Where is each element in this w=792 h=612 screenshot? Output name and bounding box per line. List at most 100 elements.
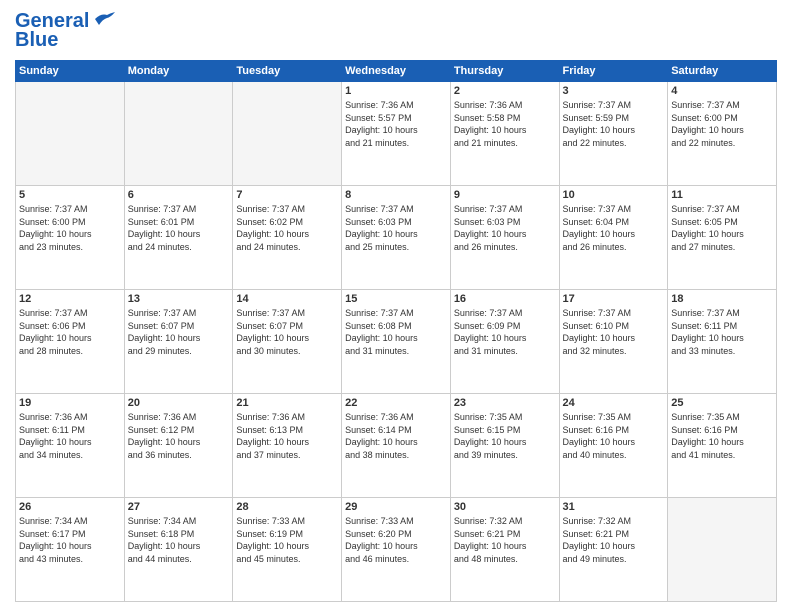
calendar-day-22: 22Sunrise: 7:36 AM Sunset: 6:14 PM Dayli… (342, 394, 451, 498)
day-info: Sunrise: 7:33 AM Sunset: 6:19 PM Dayligh… (236, 515, 338, 565)
day-info: Sunrise: 7:37 AM Sunset: 6:08 PM Dayligh… (345, 307, 447, 357)
calendar-day-9: 9 Sunrise: 7:37 AM Sunset: 6:03 PM Daylig… (450, 186, 559, 290)
calendar-day-13: 13 Sunrise: 7:37 AM Sunset: 6:07 PM Dayli… (124, 290, 233, 394)
day-info: Sunrise: 7:37 AM Sunset: 6:11 PM Dayligh… (671, 307, 773, 357)
day-info: Sunrise: 7:35 AM Sunset: 6:16 PM Dayligh… (563, 411, 665, 461)
calendar-day-28: 28Sunrise: 7:33 AM Sunset: 6:19 PM Dayli… (233, 498, 342, 602)
day-number: 23 (454, 397, 556, 409)
day-info: Sunrise: 7:37 AM Sunset: 6:09 PM Dayligh… (454, 307, 556, 357)
day-info: Sunrise: 7:37 AM Sunset: 6:07 PM Dayligh… (128, 307, 230, 357)
day-number: 17 (563, 293, 665, 305)
calendar-day-23: 23 Sunrise: 7:35 AM Sunset: 6:15 PM Dayli… (450, 394, 559, 498)
calendar-header-wednesday: Wednesday (342, 61, 451, 82)
day-info: Sunrise: 7:37 AM Sunset: 6:03 PM Dayligh… (454, 203, 556, 253)
day-number: 21 (236, 397, 338, 409)
calendar-header-tuesday: Tuesday (233, 61, 342, 82)
day-info: Sunrise: 7:37 AM Sunset: 6:01 PM Dayligh… (128, 203, 230, 253)
calendar-empty-cell (124, 82, 233, 186)
calendar-day-10: 10 Sunrise: 7:37 AM Sunset: 6:04 PM Dayli… (559, 186, 668, 290)
day-info: Sunrise: 7:37 AM Sunset: 6:02 PM Dayligh… (236, 203, 338, 253)
day-info: Sunrise: 7:37 AM Sunset: 6:03 PM Dayligh… (345, 203, 447, 253)
calendar-day-20: 20 Sunrise: 7:36 AM Sunset: 6:12 PM Dayli… (124, 394, 233, 498)
calendar-day-24: 24 Sunrise: 7:35 AM Sunset: 6:16 PM Dayli… (559, 394, 668, 498)
day-number: 20 (128, 397, 230, 409)
calendar-day-4: 4 Sunrise: 7:37 AM Sunset: 6:00 PM Daylig… (668, 82, 777, 186)
day-number: 31 (563, 501, 665, 513)
calendar-day-27: 27 Sunrise: 7:34 AM Sunset: 6:18 PM Dayli… (124, 498, 233, 602)
logo-blue: Blue (15, 29, 58, 52)
day-info: Sunrise: 7:37 AM Sunset: 6:07 PM Dayligh… (236, 307, 338, 357)
calendar-header-thursday: Thursday (450, 61, 559, 82)
calendar-empty-cell (16, 82, 125, 186)
day-number: 19 (19, 397, 121, 409)
calendar-day-16: 16 Sunrise: 7:37 AM Sunset: 6:09 PM Dayli… (450, 290, 559, 394)
day-info: Sunrise: 7:32 AM Sunset: 6:21 PM Dayligh… (454, 515, 556, 565)
day-number: 25 (671, 397, 773, 409)
day-number: 18 (671, 293, 773, 305)
day-info: Sunrise: 7:36 AM Sunset: 6:14 PM Dayligh… (345, 411, 447, 461)
calendar-day-17: 17 Sunrise: 7:37 AM Sunset: 6:10 PM Dayli… (559, 290, 668, 394)
day-number: 24 (563, 397, 665, 409)
calendar-table: SundayMondayTuesdayWednesdayThursdayFrid… (15, 60, 777, 602)
day-info: Sunrise: 7:37 AM Sunset: 6:10 PM Dayligh… (563, 307, 665, 357)
day-info: Sunrise: 7:37 AM Sunset: 6:04 PM Dayligh… (563, 203, 665, 253)
day-number: 14 (236, 293, 338, 305)
day-number: 12 (19, 293, 121, 305)
calendar-day-1: 1 Sunrise: 7:36 AM Sunset: 5:57 PM Daylig… (342, 82, 451, 186)
calendar-header-row: SundayMondayTuesdayWednesdayThursdayFrid… (16, 61, 777, 82)
day-number: 30 (454, 501, 556, 513)
day-number: 7 (236, 189, 338, 201)
day-number: 9 (454, 189, 556, 201)
header: General Blue (15, 10, 777, 52)
calendar-day-11: 11Sunrise: 7:37 AM Sunset: 6:05 PM Dayli… (668, 186, 777, 290)
calendar-empty-cell (668, 498, 777, 602)
day-info: Sunrise: 7:37 AM Sunset: 6:00 PM Dayligh… (671, 99, 773, 149)
day-info: Sunrise: 7:34 AM Sunset: 6:18 PM Dayligh… (128, 515, 230, 565)
calendar-header-friday: Friday (559, 61, 668, 82)
day-number: 3 (563, 85, 665, 97)
calendar-day-21: 21 Sunrise: 7:36 AM Sunset: 6:13 PM Dayli… (233, 394, 342, 498)
calendar-day-14: 14 Sunrise: 7:37 AM Sunset: 6:07 PM Dayli… (233, 290, 342, 394)
day-info: Sunrise: 7:37 AM Sunset: 6:00 PM Dayligh… (19, 203, 121, 253)
day-info: Sunrise: 7:36 AM Sunset: 6:13 PM Dayligh… (236, 411, 338, 461)
day-info: Sunrise: 7:36 AM Sunset: 5:58 PM Dayligh… (454, 99, 556, 149)
day-number: 2 (454, 85, 556, 97)
calendar-day-25: 25 Sunrise: 7:35 AM Sunset: 6:16 PM Dayli… (668, 394, 777, 498)
logo: General Blue (15, 10, 115, 52)
day-info: Sunrise: 7:37 AM Sunset: 6:06 PM Dayligh… (19, 307, 121, 357)
calendar-day-3: 3 Sunrise: 7:37 AM Sunset: 5:59 PM Daylig… (559, 82, 668, 186)
day-number: 6 (128, 189, 230, 201)
day-info: Sunrise: 7:36 AM Sunset: 6:12 PM Dayligh… (128, 411, 230, 461)
calendar-week-row: 12 Sunrise: 7:37 AM Sunset: 6:06 PM Dayli… (16, 290, 777, 394)
day-info: Sunrise: 7:36 AM Sunset: 5:57 PM Dayligh… (345, 99, 447, 149)
day-number: 29 (345, 501, 447, 513)
day-number: 10 (563, 189, 665, 201)
day-info: Sunrise: 7:35 AM Sunset: 6:15 PM Dayligh… (454, 411, 556, 461)
day-number: 27 (128, 501, 230, 513)
day-number: 5 (19, 189, 121, 201)
day-number: 15 (345, 293, 447, 305)
day-number: 13 (128, 293, 230, 305)
calendar-day-6: 6 Sunrise: 7:37 AM Sunset: 6:01 PM Daylig… (124, 186, 233, 290)
calendar-day-18: 18 Sunrise: 7:37 AM Sunset: 6:11 PM Dayli… (668, 290, 777, 394)
day-info: Sunrise: 7:35 AM Sunset: 6:16 PM Dayligh… (671, 411, 773, 461)
calendar-day-29: 29Sunrise: 7:33 AM Sunset: 6:20 PM Dayli… (342, 498, 451, 602)
day-number: 26 (19, 501, 121, 513)
calendar-week-row: 1 Sunrise: 7:36 AM Sunset: 5:57 PM Daylig… (16, 82, 777, 186)
day-info: Sunrise: 7:34 AM Sunset: 6:17 PM Dayligh… (19, 515, 121, 565)
day-number: 4 (671, 85, 773, 97)
calendar-header-monday: Monday (124, 61, 233, 82)
page: General Blue SundayMondayTuesdayWednesda… (0, 0, 792, 612)
day-number: 1 (345, 85, 447, 97)
calendar-day-26: 26 Sunrise: 7:34 AM Sunset: 6:17 PM Dayli… (16, 498, 125, 602)
calendar-day-8: 8Sunrise: 7:37 AM Sunset: 6:03 PM Daylig… (342, 186, 451, 290)
calendar-week-row: 26 Sunrise: 7:34 AM Sunset: 6:17 PM Dayli… (16, 498, 777, 602)
calendar-empty-cell (233, 82, 342, 186)
day-info: Sunrise: 7:36 AM Sunset: 6:11 PM Dayligh… (19, 411, 121, 461)
calendar-day-15: 15 Sunrise: 7:37 AM Sunset: 6:08 PM Dayli… (342, 290, 451, 394)
calendar-week-row: 19 Sunrise: 7:36 AM Sunset: 6:11 PM Dayli… (16, 394, 777, 498)
day-number: 16 (454, 293, 556, 305)
calendar-day-19: 19 Sunrise: 7:36 AM Sunset: 6:11 PM Dayli… (16, 394, 125, 498)
day-number: 11 (671, 189, 773, 201)
day-info: Sunrise: 7:37 AM Sunset: 5:59 PM Dayligh… (563, 99, 665, 149)
